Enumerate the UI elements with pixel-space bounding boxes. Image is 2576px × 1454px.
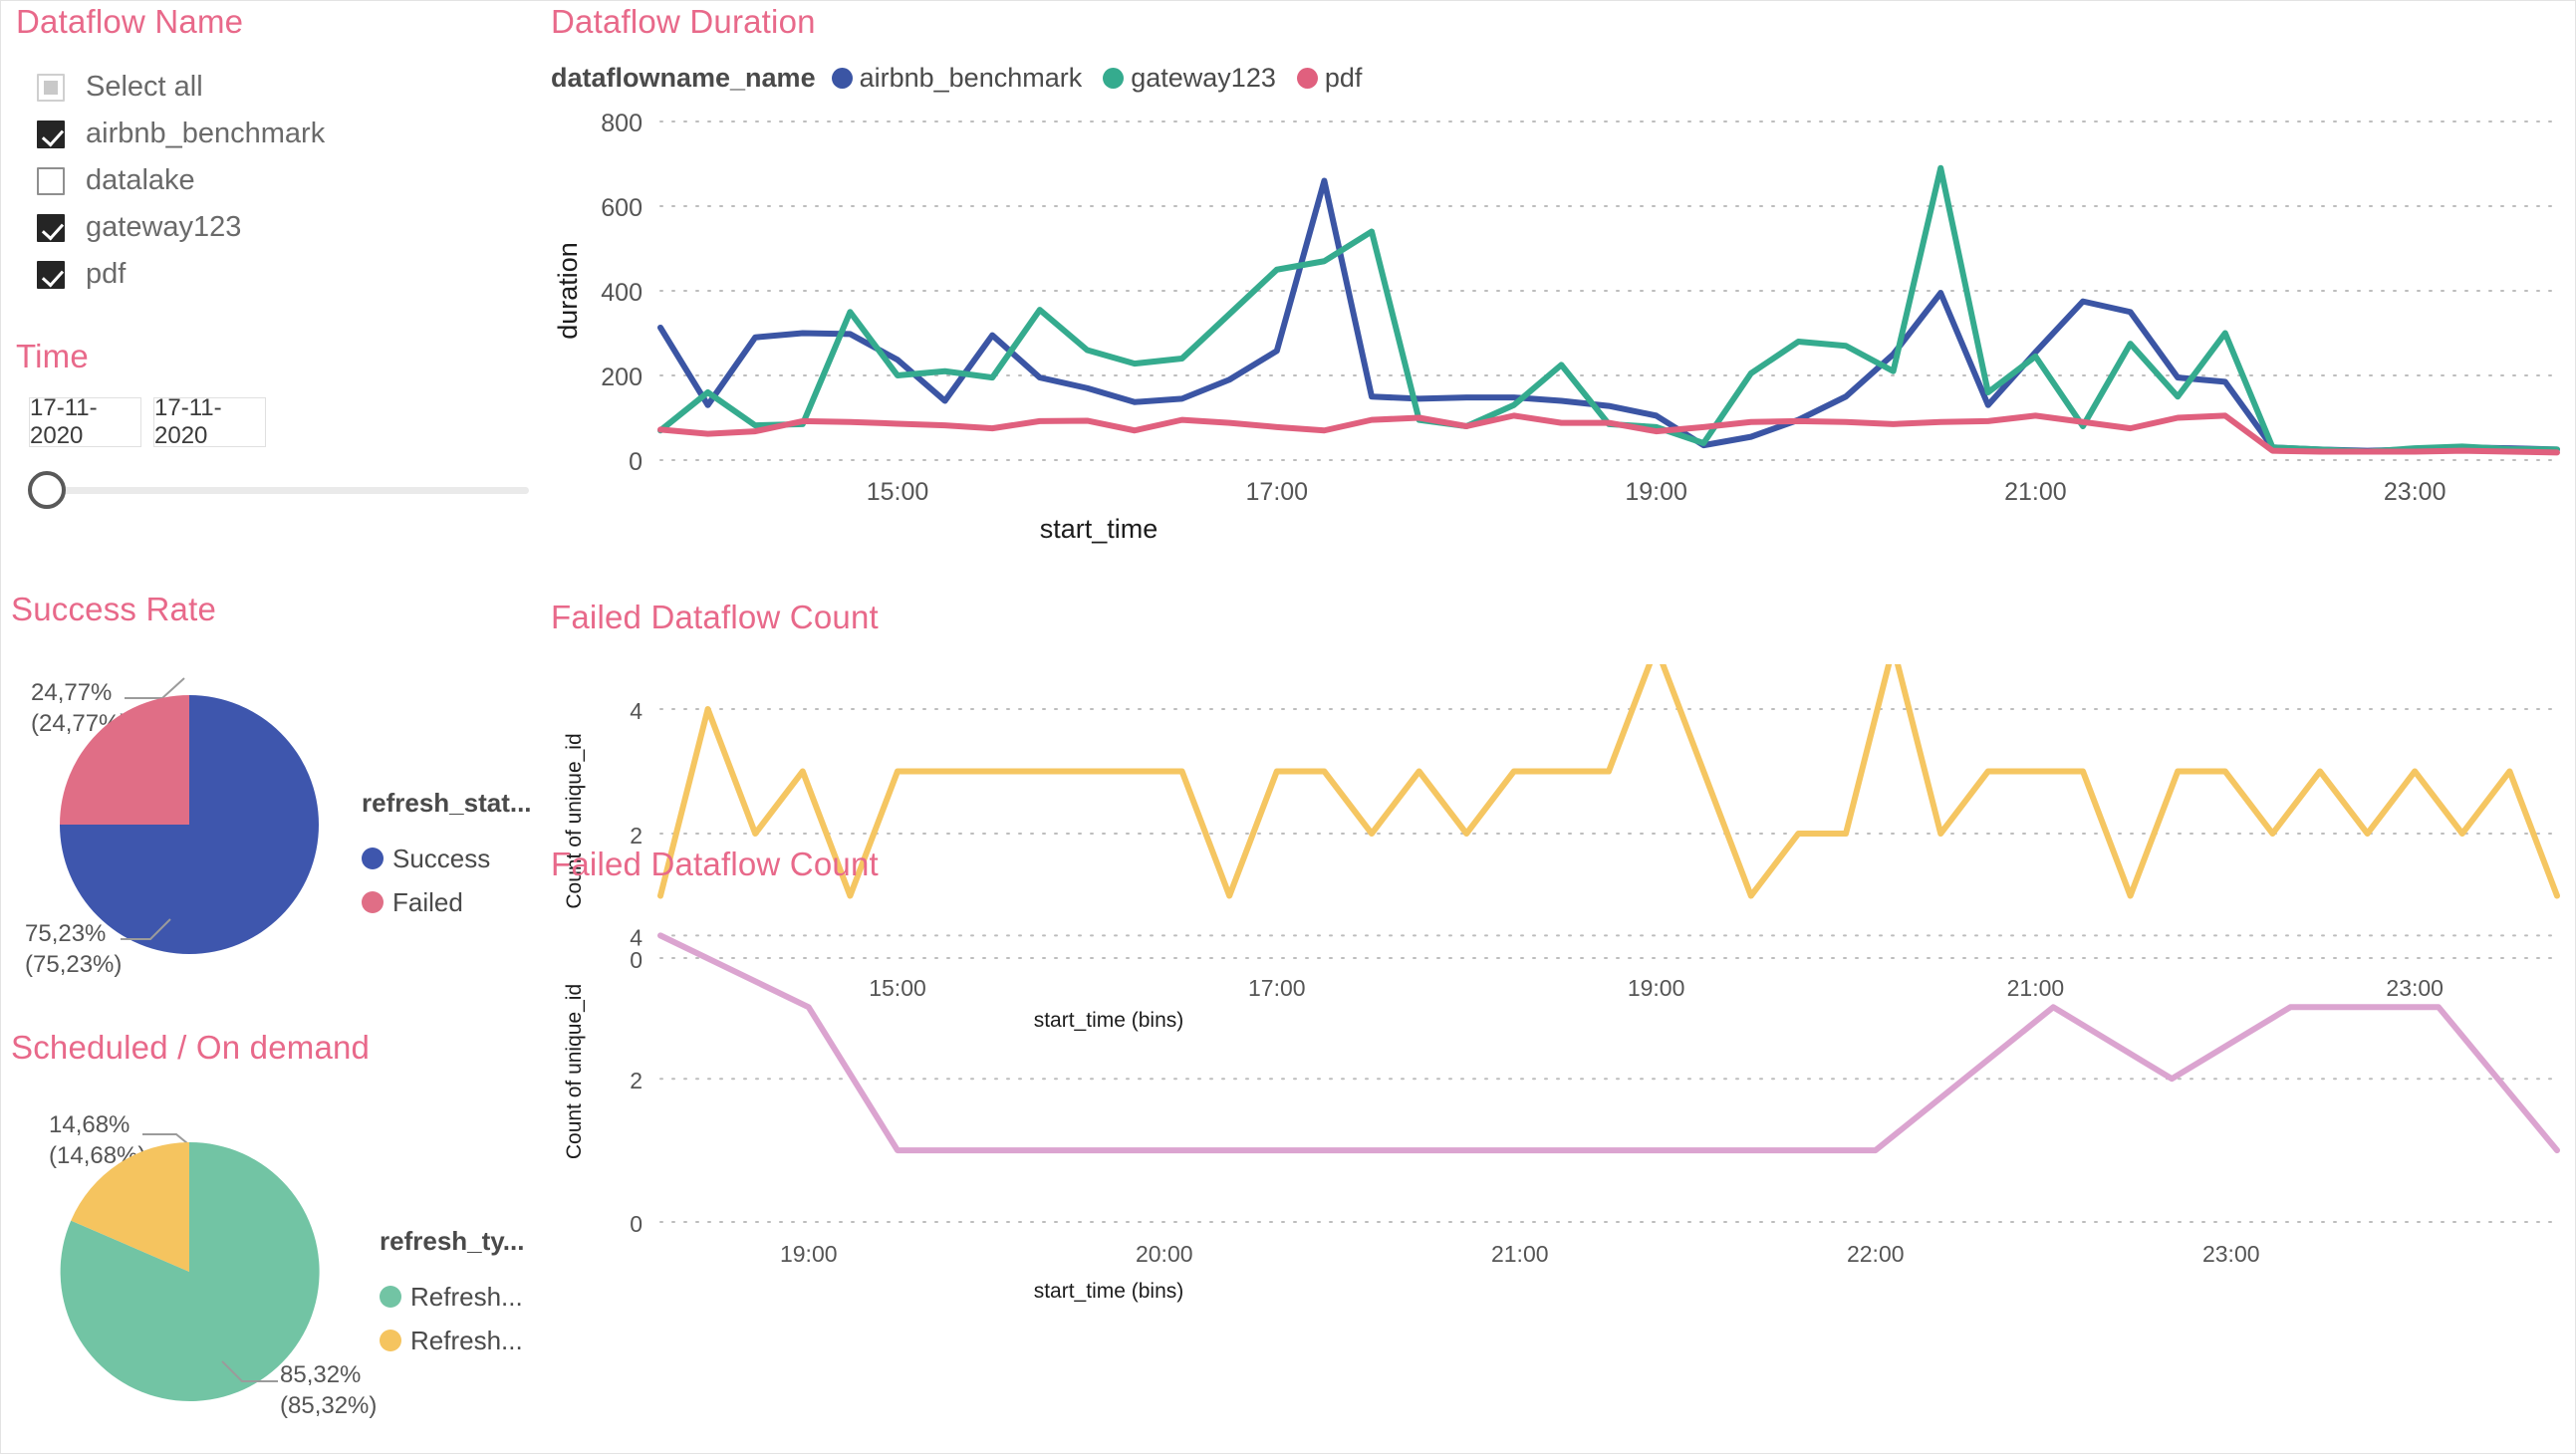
panel-title-failed-count-2: Failed Dataflow Count — [551, 846, 879, 882]
legend-title: refresh_ty... — [380, 1226, 525, 1256]
legend-dot-icon — [362, 848, 384, 869]
checkbox-partial-icon[interactable] — [37, 73, 65, 102]
legend-dot-icon — [380, 1330, 401, 1351]
panel-title-dataflow-name: Dataflow Name — [16, 3, 244, 40]
end-date-input[interactable]: 17-11-2020 — [153, 394, 266, 449]
slicer-label: Select all — [86, 71, 203, 103]
pie-leader-line-success — [121, 918, 171, 940]
svg-text:22:00: 22:00 — [1847, 1241, 1905, 1267]
slicer-label: airbnb_benchmark — [86, 118, 326, 149]
success-rate-panel: Success Rate 24,77% (24,77%) 75,23% (75,… — [11, 591, 549, 978]
panel-title-dataflow-duration: Dataflow Duration — [551, 3, 816, 40]
legend-label: Refresh... — [410, 1325, 523, 1355]
scheduled-pie-area: 14,68% (14,68%) 85,32% (85,32%) refresh_… — [11, 1067, 549, 1419]
slicer-item-pdf[interactable]: pdf — [37, 251, 549, 298]
legend-item-failed[interactable]: Failed — [362, 880, 532, 924]
svg-text:19:00: 19:00 — [780, 1241, 838, 1267]
legend-title: refresh_stat... — [362, 788, 532, 818]
legend-dot-icon — [1296, 68, 1318, 89]
pie-callout-success: 75,23% (75,23%) — [25, 920, 123, 978]
svg-text:600: 600 — [601, 194, 643, 222]
svg-text:4: 4 — [630, 924, 643, 950]
panel-title-failed-count-1: Failed Dataflow Count — [551, 599, 879, 635]
checkbox-checked-icon[interactable] — [37, 120, 65, 148]
slicer-item-airbnb-benchmark[interactable]: airbnb_benchmark — [37, 111, 549, 157]
slicer-label: gateway123 — [86, 211, 242, 243]
svg-text:23:00: 23:00 — [2202, 1241, 2260, 1267]
duration-legend: dataflowname_name airbnb_benchmark gatew… — [551, 63, 2575, 94]
slicer-label: datalake — [86, 164, 195, 196]
time-range-slider[interactable] — [11, 463, 549, 515]
checkbox-unchecked-icon[interactable] — [37, 166, 65, 195]
start-date-input[interactable]: 17-11-2020 — [29, 394, 141, 449]
date-range-inputs: 17-11-2020 17-11-2020 — [11, 394, 549, 449]
legend-label: Success — [392, 843, 491, 873]
panel-title-time: Time — [16, 338, 89, 374]
slicer-item-select-all[interactable]: Select all — [37, 64, 549, 111]
pie-slice-failed[interactable] — [60, 695, 189, 825]
svg-text:19:00: 19:00 — [1625, 478, 1687, 506]
legend-dot-icon — [380, 1286, 401, 1308]
success-rate-legend: refresh_stat... Success Failed — [362, 788, 532, 924]
svg-text:21:00: 21:00 — [1491, 1241, 1549, 1267]
svg-text:400: 400 — [601, 279, 643, 307]
failed-dataflow-count-chart-2[interactable]: 0 2 4 Count of unique_id 19:00 20:00 21:00 22:0… — [551, 901, 2576, 1280]
legend-dot-icon — [831, 68, 853, 89]
slider-handle[interactable] — [28, 471, 66, 509]
slicer-item-datalake[interactable]: datalake — [37, 157, 549, 204]
svg-text:21:00: 21:00 — [2004, 478, 2067, 506]
legend-dot-icon — [1103, 68, 1125, 89]
svg-text:0: 0 — [629, 448, 643, 476]
left-sidebar-panels: Dataflow Name Select all airbnb_benchmar… — [1, 1, 551, 1453]
scheduled-on-demand-panel: Scheduled / On demand 14,68% (14,68%) 85… — [11, 1029, 549, 1419]
legend-label: Refresh... — [410, 1281, 523, 1312]
dataflow-name-slicer: Dataflow Name Select all airbnb_benchmar… — [11, 3, 549, 298]
slicer-item-gateway123[interactable]: gateway123 — [37, 204, 549, 251]
svg-text:Count of unique_id: Count of unique_id — [563, 984, 586, 1159]
slicer-list: Select all airbnb_benchmark datalake gat… — [11, 64, 549, 298]
legend-label: gateway123 — [1131, 63, 1276, 93]
svg-text:800: 800 — [601, 110, 643, 137]
scheduled-legend: refresh_ty... Refresh... Refresh... — [380, 1226, 524, 1362]
panel-title-scheduled: Scheduled / On demand — [11, 1029, 371, 1066]
svg-text:23:00: 23:00 — [2384, 478, 2447, 506]
legend-label: pdf — [1324, 63, 1363, 93]
success-rate-pie-area: 24,77% (24,77%) 75,23% (75,23%) refresh_… — [11, 628, 549, 978]
legend-item-success[interactable]: Success — [362, 837, 532, 880]
panel-title-success-rate: Success Rate — [11, 591, 216, 627]
dataflow-duration-chart[interactable]: 0 200 400 600 800 duration 15:00 17:00 19:00 21:0… — [551, 102, 2576, 520]
svg-text:4: 4 — [630, 698, 643, 724]
legend-item-refresh-on-demand[interactable]: Refresh... — [380, 1319, 524, 1362]
dataflow-duration-panel: Dataflow Duration dataflowname_name airb… — [551, 3, 2576, 545]
pie-callout-scheduled: 85,32% (85,32%) — [280, 1361, 378, 1419]
svg-text:200: 200 — [601, 364, 643, 391]
legend-title: dataflowname_name — [551, 63, 816, 93]
time-slicer: Time 17-11-2020 17-11-2020 — [11, 338, 549, 515]
checkbox-checked-icon[interactable] — [37, 260, 65, 289]
svg-text:duration: duration — [553, 242, 583, 340]
failed2-x-axis-title: start_time (bins) — [1033, 1280, 1184, 1303]
svg-text:2: 2 — [630, 1068, 643, 1093]
legend-label: airbnb_benchmark — [859, 63, 1083, 93]
charts-area: Dataflow Duration dataflowname_name airb… — [551, 1, 2576, 1453]
legend-dot-icon — [362, 891, 384, 913]
svg-text:17:00: 17:00 — [1246, 478, 1309, 506]
svg-text:15:00: 15:00 — [867, 478, 929, 506]
duration-x-axis-title: start_time — [1039, 514, 1159, 544]
slicer-label: pdf — [86, 258, 127, 290]
failed-dataflow-count-panel-2: Failed Dataflow Count 0 2 4 Count of unique… — [551, 846, 2576, 1304]
legend-item-pdf[interactable]: pdf — [1296, 63, 1363, 94]
svg-text:20:00: 20:00 — [1136, 1241, 1193, 1267]
svg-text:0: 0 — [630, 1211, 643, 1237]
legend-item-gateway123[interactable]: gateway123 — [1103, 63, 1276, 94]
legend-item-refresh-scheduled[interactable]: Refresh... — [380, 1275, 524, 1319]
legend-item-airbnb-benchmark[interactable]: airbnb_benchmark — [831, 63, 1083, 94]
legend-label: Failed — [392, 886, 463, 917]
dashboard-page: Dataflow Name Select all airbnb_benchmar… — [0, 0, 2576, 1454]
checkbox-checked-icon[interactable] — [37, 213, 65, 242]
slider-track[interactable] — [59, 487, 529, 494]
